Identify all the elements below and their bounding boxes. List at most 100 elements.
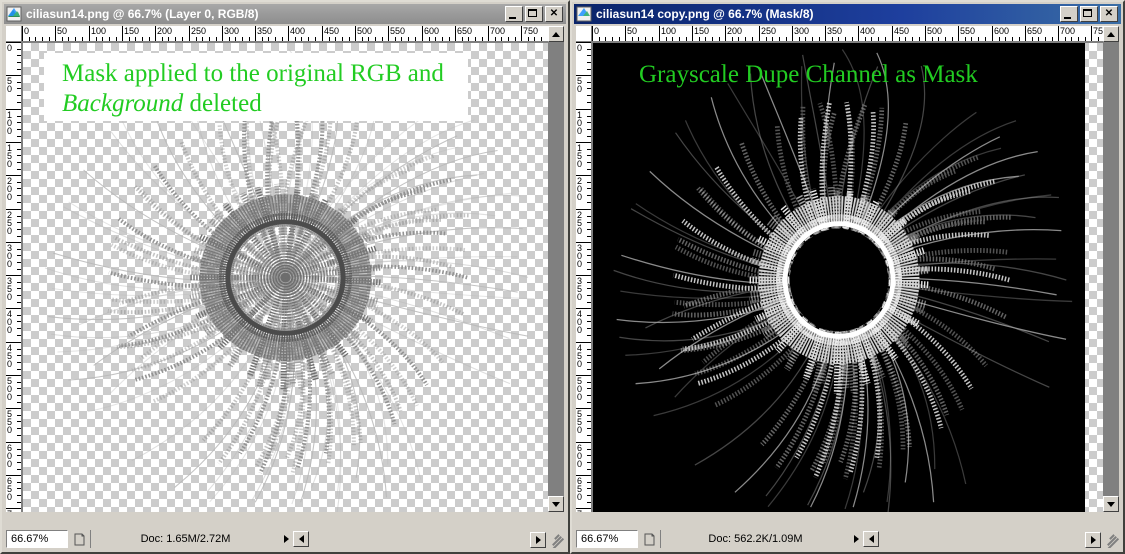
ruler-major-tick <box>488 26 489 41</box>
ruler-minor-tick <box>395 37 396 41</box>
resize-grip-left[interactable] <box>548 532 564 548</box>
page-preview-icon <box>644 533 654 545</box>
ruler-minor-tick <box>1012 37 1013 41</box>
window-controls-right: ✕ <box>1060 6 1118 22</box>
ruler-major-tick <box>288 26 289 41</box>
ruler-minor-tick <box>752 37 753 41</box>
ruler-minor-tick <box>182 37 183 41</box>
resize-grip-right[interactable] <box>1103 532 1119 548</box>
ruler-major-tick <box>825 26 826 41</box>
scroll-down-button-left[interactable] <box>548 496 564 512</box>
ruler-major-tick <box>122 26 123 41</box>
ruler-minor-tick <box>17 62 21 63</box>
ruler-minor-tick <box>587 335 591 336</box>
document-window-left[interactable]: ciliasun14.png @ 66.7% (Layer 0, RGB/8) … <box>0 0 570 554</box>
ruler-label: 250 <box>191 26 207 36</box>
maximize-button-left[interactable] <box>525 6 543 22</box>
vertical-ruler-left[interactable]: 0 50 100 150 200 250 300 350 400 450 500 550 600 650 7… <box>6 42 22 512</box>
ruler-minor-tick <box>17 362 21 363</box>
canvas-left[interactable]: Mask applied to the original RGB and Bac… <box>22 42 548 512</box>
statusbar-right: 66.67% Doc: 562.2K/1.09M <box>576 530 1031 548</box>
ruler-minor-tick <box>732 37 733 41</box>
ruler-minor-tick <box>587 402 591 403</box>
scroll-up-button-left[interactable] <box>548 26 564 42</box>
vertical-scrollbar-right[interactable] <box>1103 26 1119 512</box>
maximize-button-right[interactable] <box>1080 6 1098 22</box>
statusbar-expand-arrow-right[interactable] <box>850 530 863 548</box>
ruler-minor-tick <box>587 362 591 363</box>
statusbar-expand-arrow-left[interactable] <box>280 530 293 548</box>
ruler-minor-tick <box>501 37 502 41</box>
ruler-minor-tick <box>229 37 230 41</box>
ruler-minor-tick <box>1005 37 1006 41</box>
ruler-label: 200 <box>7 176 13 202</box>
ruler-minor-tick <box>17 136 21 137</box>
ruler-minor-tick <box>587 288 591 289</box>
ruler-minor-tick <box>17 488 21 489</box>
document-window-right[interactable]: ciliasun14 copy.png @ 66.7% (Mask/8) ✕ 0… <box>570 0 1125 554</box>
ruler-minor-tick <box>475 37 476 41</box>
preview-options-button-right[interactable] <box>638 530 660 548</box>
ruler-minor-tick <box>587 462 591 463</box>
ruler-minor-tick <box>17 349 21 350</box>
ruler-minor-tick <box>587 255 591 256</box>
ruler-minor-tick <box>712 37 713 41</box>
canvas-right[interactable]: Grayscale Dupe Channel as Mask <box>592 42 1103 512</box>
ruler-label: 400 <box>7 309 13 335</box>
cilia-sun-artwork-right <box>593 43 1085 512</box>
caption-line-1: Mask applied to the original RGB and <box>62 60 444 87</box>
scroll-left-button-left[interactable] <box>293 531 309 547</box>
ruler-minor-tick <box>17 495 21 496</box>
horizontal-ruler-right[interactable]: 0 50 100 150 200 250 300 350 400 450 500 550 600 650 7… <box>592 26 1119 42</box>
preview-options-button-left[interactable] <box>68 530 90 548</box>
ruler-minor-tick <box>587 188 591 189</box>
ruler-minor-tick <box>912 37 913 41</box>
close-button-left[interactable]: ✕ <box>545 6 563 22</box>
ruler-label: 250 <box>577 210 583 236</box>
ruler-minor-tick <box>799 37 800 41</box>
ruler-minor-tick <box>652 37 653 41</box>
horizontal-scroll-track-right[interactable] <box>879 530 1031 548</box>
vertical-ruler-right[interactable]: 0 50 100 150 200 250 300 350 400 450 500 550 600 650 7… <box>576 42 592 512</box>
ruler-minor-tick <box>449 37 450 41</box>
ruler-minor-tick <box>587 155 591 156</box>
ruler-label: 0 <box>7 43 13 53</box>
ruler-label: 550 <box>577 409 583 435</box>
ruler-label: 550 <box>960 26 976 36</box>
titlebar-right[interactable]: ciliasun14 copy.png @ 66.7% (Mask/8) ✕ <box>574 4 1121 24</box>
zoom-level-field-left[interactable]: 66.67% <box>6 530 68 548</box>
ruler-minor-tick <box>587 162 591 163</box>
ruler-major-tick <box>725 26 726 41</box>
ruler-minor-tick <box>515 37 516 41</box>
ruler-minor-tick <box>17 216 21 217</box>
ruler-minor-tick <box>17 321 21 322</box>
ruler-minor-tick <box>772 37 773 41</box>
horizontal-ruler-left[interactable]: 0 50 100 150 200 250 300 350 400 450 500 550 600 650 7… <box>22 26 564 42</box>
ruler-minor-tick <box>362 37 363 41</box>
ruler-major-tick <box>1058 26 1059 41</box>
ruler-label: 700 <box>577 510 584 513</box>
scroll-down-button-right[interactable] <box>1103 496 1119 512</box>
ruler-minor-tick <box>17 195 21 196</box>
ruler-minor-tick <box>17 482 21 483</box>
ruler-minor-tick <box>342 37 343 41</box>
zoom-level-field-right[interactable]: 66.67% <box>576 530 638 548</box>
scroll-right-button-right[interactable] <box>1085 532 1101 548</box>
vertical-scrollbar-left[interactable] <box>548 26 564 512</box>
minimize-button-right[interactable] <box>1060 6 1078 22</box>
ruler-minor-tick <box>845 37 846 41</box>
ruler-minor-tick <box>978 37 979 41</box>
minimize-button-left[interactable] <box>505 6 523 22</box>
horizontal-scroll-track-left[interactable] <box>309 530 476 548</box>
scroll-up-button-right[interactable] <box>1103 26 1119 42</box>
scroll-right-button-left[interactable] <box>530 532 546 548</box>
ruler-minor-tick <box>905 37 906 41</box>
ruler-minor-tick <box>17 449 21 450</box>
ruler-major-tick <box>255 26 256 41</box>
ruler-minor-tick <box>1019 37 1020 41</box>
scroll-left-button-right[interactable] <box>863 531 879 547</box>
ruler-minor-tick <box>168 37 169 41</box>
close-button-right[interactable]: ✕ <box>1100 6 1118 22</box>
titlebar-left[interactable]: ciliasun14.png @ 66.7% (Layer 0, RGB/8) … <box>4 4 566 24</box>
ruler-minor-tick <box>587 415 591 416</box>
